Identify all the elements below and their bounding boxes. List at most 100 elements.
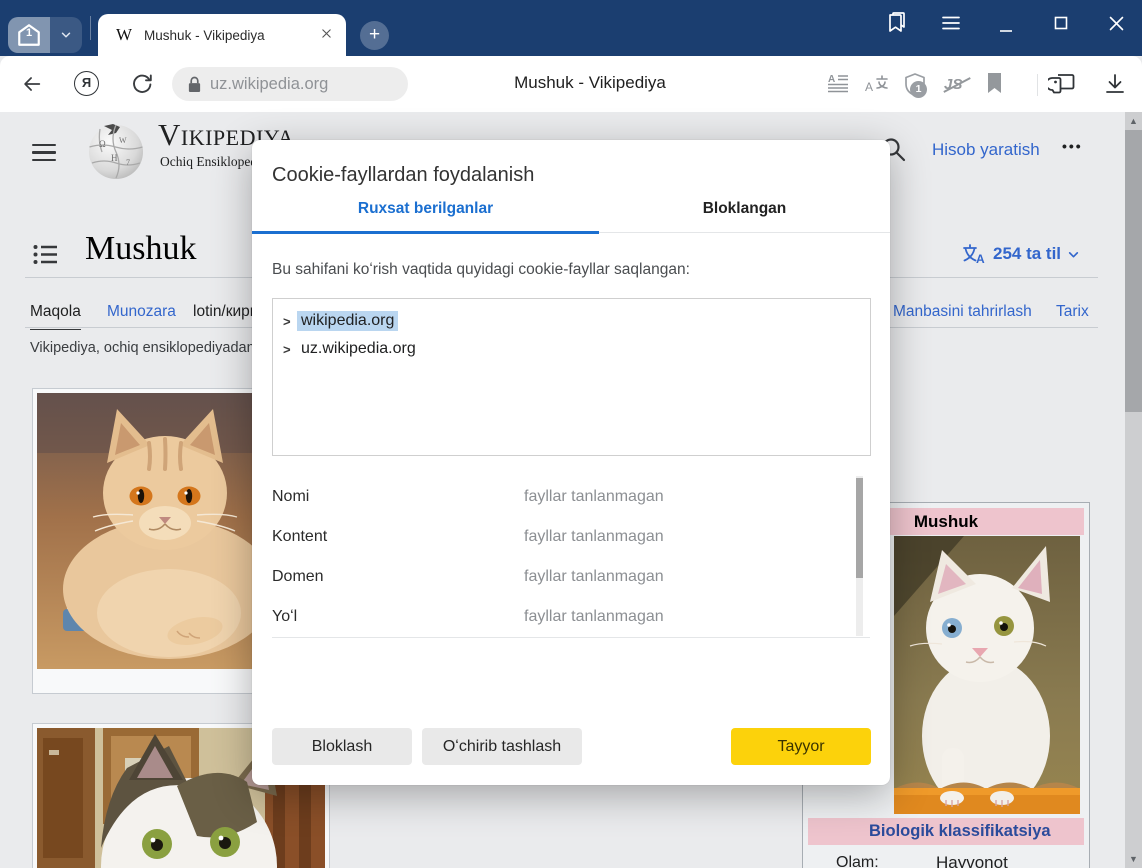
infobox-section-title[interactable]: Biologik klassifikatsiya bbox=[808, 818, 1084, 845]
tab-allowed[interactable]: Ruxsat berilganlar bbox=[252, 200, 599, 232]
download-icon bbox=[1103, 72, 1127, 96]
reader-mode-icon: A bbox=[826, 72, 850, 96]
wikipedia-favicon: W bbox=[116, 25, 132, 45]
create-account-link[interactable]: Hisob yaratish bbox=[932, 140, 1040, 160]
svg-text:A: A bbox=[828, 74, 835, 85]
svg-text:W: W bbox=[119, 136, 127, 145]
collections-button[interactable] bbox=[1048, 72, 1076, 101]
tab-munozara[interactable]: Munozara bbox=[107, 303, 176, 321]
wiki-menu-button[interactable] bbox=[32, 144, 56, 166]
tree-item-wikipedia[interactable]: > wikipedia.org bbox=[273, 307, 870, 335]
scroll-up-arrow[interactable]: ▲ bbox=[1125, 112, 1142, 130]
expand-chevron-icon[interactable]: > bbox=[283, 342, 297, 357]
done-button[interactable]: Tayyor bbox=[731, 728, 871, 765]
delete-button[interactable]: Oʻchirib tashlash bbox=[422, 728, 582, 765]
reader-mode-button[interactable]: A bbox=[826, 72, 850, 101]
tab-close-button[interactable] bbox=[314, 23, 338, 47]
translate-button[interactable]: A bbox=[864, 72, 890, 101]
more-options-button[interactable]: ••• bbox=[1062, 138, 1083, 154]
maximize-icon bbox=[1053, 15, 1069, 31]
field-label-yol: Yoʻl bbox=[272, 608, 297, 626]
browser-tab-active[interactable]: W Mushuk - Vikipediya bbox=[98, 14, 346, 56]
svg-text:Ω: Ω bbox=[99, 139, 106, 149]
article-title: Mushuk bbox=[85, 230, 196, 268]
yandex-search-button[interactable]: Я bbox=[74, 71, 99, 96]
tree-item-uz-wikipedia[interactable]: > uz.wikipedia.org bbox=[273, 335, 870, 363]
close-icon bbox=[321, 28, 332, 39]
infobox-kitten-photo[interactable] bbox=[894, 536, 1080, 814]
language-selector[interactable]: A 254 ta til bbox=[963, 244, 1080, 264]
tab-counter-button[interactable]: 1 bbox=[8, 17, 50, 53]
field-value-nomi: fayllar tanlanmagan bbox=[524, 488, 664, 506]
tab-tarix[interactable]: Tarix bbox=[1056, 303, 1089, 321]
cookie-site-tree: > wikipedia.org > uz.wikipedia.org bbox=[272, 298, 871, 456]
dialog-title: Cookie-fayllardan foydalanish bbox=[272, 164, 534, 187]
chevron-down-icon bbox=[1067, 248, 1080, 261]
lock-icon bbox=[187, 76, 202, 93]
shield-badge: 1 bbox=[910, 81, 927, 98]
tab-counter-control[interactable]: 1 bbox=[8, 17, 82, 53]
tab-bar: 1 W Mushuk - Vikipediya + bbox=[0, 0, 1142, 56]
dialog-divider bbox=[272, 637, 870, 638]
back-arrow-icon bbox=[21, 73, 43, 95]
downloads-button[interactable] bbox=[1103, 72, 1127, 101]
close-window-button[interactable] bbox=[1103, 10, 1129, 36]
bookmarks-panel-button[interactable] bbox=[882, 10, 908, 36]
bookmark-icon bbox=[986, 72, 1003, 94]
browser-menu-button[interactable] bbox=[938, 10, 964, 36]
dialog-scrollbar[interactable] bbox=[856, 476, 863, 636]
page-scrollbar[interactable]: ▲ ▼ bbox=[1125, 112, 1142, 868]
svg-text:7: 7 bbox=[126, 158, 130, 167]
tab-blocked[interactable]: Bloklangan bbox=[599, 200, 890, 232]
scroll-down-arrow[interactable]: ▼ bbox=[1125, 850, 1142, 868]
chevron-down-icon bbox=[59, 28, 73, 42]
reload-button[interactable] bbox=[130, 71, 154, 100]
dialog-scrollbar-thumb[interactable] bbox=[856, 478, 863, 578]
toolbar-page-title: Mushuk - Vikipediya bbox=[440, 73, 740, 93]
tab-list-dropdown[interactable] bbox=[50, 17, 82, 53]
collections-icon bbox=[1048, 72, 1076, 96]
dialog-tabs: Ruxsat berilganlar Bloklangan bbox=[252, 200, 890, 233]
article-subtitle: Vikipediya, ochiq ensiklopediyadan bbox=[30, 340, 255, 356]
bookmarks-icon bbox=[883, 11, 907, 35]
field-value-yol: fayllar tanlanmagan bbox=[524, 608, 664, 626]
back-button[interactable] bbox=[21, 73, 43, 100]
protect-shield-button[interactable]: 1 bbox=[903, 72, 927, 104]
browser-window: 1 W Mushuk - Vikipediya + bbox=[0, 0, 1142, 868]
minimize-button[interactable] bbox=[993, 14, 1019, 40]
maximize-button[interactable] bbox=[1048, 10, 1074, 36]
toolbar-separator bbox=[1037, 74, 1038, 96]
url-text: uz.wikipedia.org bbox=[210, 75, 328, 94]
tax-value-link[interactable]: Hayvonot bbox=[936, 853, 1008, 868]
block-button[interactable]: Bloklash bbox=[272, 728, 412, 765]
tab-count-label: 1 bbox=[8, 27, 50, 39]
dialog-description: Bu sahifani koʻrish vaqtida quyidagi coo… bbox=[272, 261, 690, 279]
field-label-nomi: Nomi bbox=[272, 488, 309, 506]
svg-text:A: A bbox=[865, 80, 873, 94]
language-icon: A bbox=[963, 244, 987, 264]
wikipedia-logo[interactable]: Ω W H 7 bbox=[86, 121, 146, 181]
address-bar[interactable]: uz.wikipedia.org bbox=[172, 67, 408, 101]
taxonomy-row: Olam: bbox=[836, 854, 879, 868]
tab-maqola[interactable]: Maqola bbox=[30, 303, 81, 330]
field-label-kontent: Kontent bbox=[272, 528, 327, 546]
close-icon bbox=[1108, 15, 1125, 32]
tabbar-separator bbox=[90, 16, 91, 40]
field-value-kontent: fayllar tanlanmagan bbox=[524, 528, 664, 546]
field-value-domen: fayllar tanlanmagan bbox=[524, 568, 664, 586]
minimize-icon bbox=[998, 19, 1014, 35]
expand-chevron-icon[interactable]: > bbox=[283, 314, 297, 329]
scrollbar-thumb[interactable] bbox=[1125, 130, 1142, 412]
contents-icon[interactable] bbox=[33, 243, 58, 266]
tree-item-label: uz.wikipedia.org bbox=[297, 339, 420, 359]
javascript-toggle-button[interactable]: JS bbox=[944, 76, 962, 94]
svg-text:H: H bbox=[111, 153, 118, 163]
language-count-label: 254 ta til bbox=[993, 244, 1061, 264]
reload-icon bbox=[130, 71, 154, 95]
tab-manbasini-tahrirlash[interactable]: Manbasini tahrirlash bbox=[893, 303, 1032, 321]
tax-label: Olam: bbox=[836, 854, 879, 868]
new-tab-button[interactable]: + bbox=[360, 21, 389, 50]
tree-item-label: wikipedia.org bbox=[297, 311, 398, 331]
tab-title: Mushuk - Vikipediya bbox=[144, 28, 314, 43]
bookmark-page-button[interactable] bbox=[986, 72, 1003, 99]
